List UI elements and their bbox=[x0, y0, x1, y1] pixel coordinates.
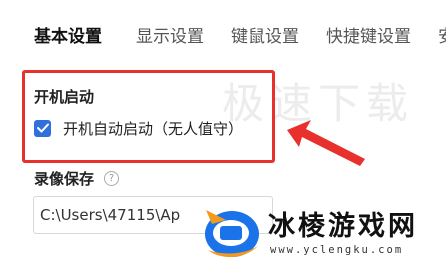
help-icon[interactable]: ? bbox=[104, 171, 120, 186]
brand-logo-icon bbox=[205, 210, 259, 258]
brand-name: 冰棱游戏网 bbox=[268, 211, 418, 242]
tab-shortcut-settings[interactable]: 快捷键设置 bbox=[326, 22, 411, 47]
site-logo: 冰棱游戏网 www.yclengku.com bbox=[200, 196, 446, 264]
tab-security-settings[interactable]: 安 bbox=[438, 22, 446, 47]
settings-tabs: 基本设置 显示设置 键鼠设置 快捷键设置 安 bbox=[0, 22, 446, 48]
recording-section-header: 录像保存 ? bbox=[34, 168, 120, 189]
arrow-annotation-icon bbox=[287, 120, 365, 166]
tab-display-settings[interactable]: 显示设置 bbox=[136, 22, 204, 47]
recording-section-title: 录像保存 bbox=[34, 170, 95, 188]
tab-basic-settings[interactable]: 基本设置 bbox=[34, 22, 102, 47]
brand-url: www.yclengku.com bbox=[270, 244, 404, 256]
highlight-annotation-box bbox=[22, 70, 275, 163]
tab-keyboard-mouse-settings[interactable]: 键鼠设置 bbox=[231, 22, 299, 47]
